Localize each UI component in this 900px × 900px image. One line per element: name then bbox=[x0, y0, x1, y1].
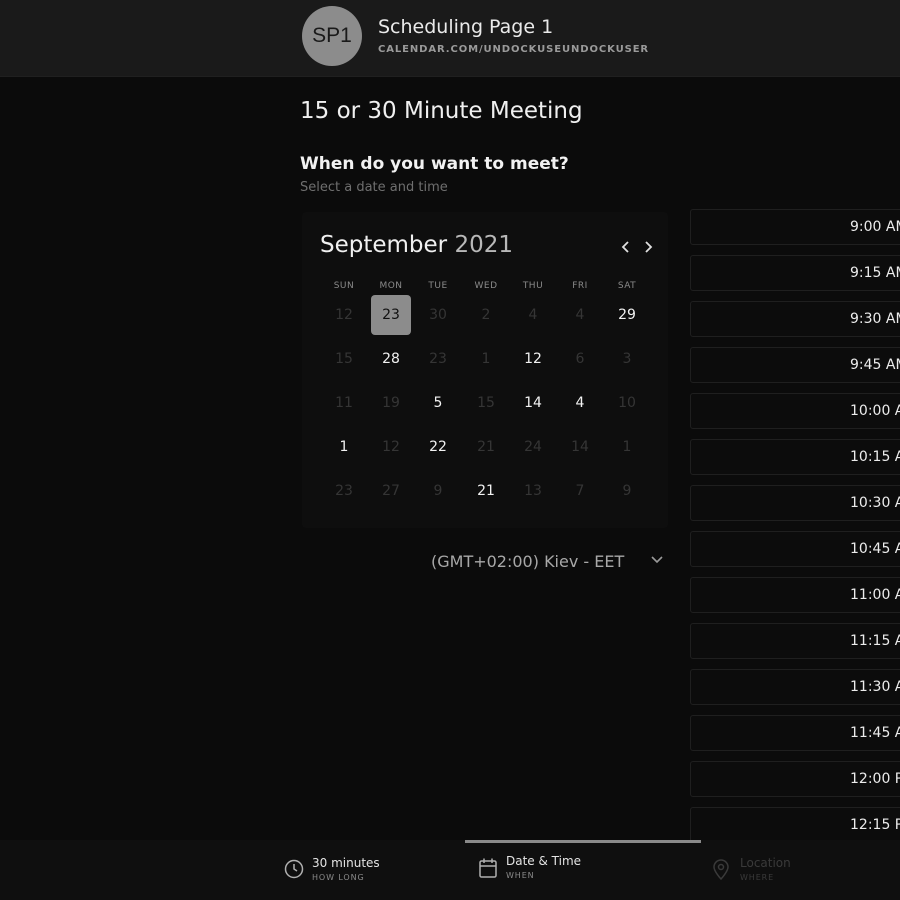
calendar-day: 9 bbox=[433, 483, 443, 499]
weekday-label: SUN bbox=[333, 281, 355, 291]
weekday-label: TUE bbox=[428, 281, 448, 291]
calendar-day[interactable]: 12 bbox=[513, 339, 553, 379]
calendar-day: 4 bbox=[575, 307, 585, 323]
chevron-left-icon bbox=[621, 241, 629, 253]
time-slot-label: 11:45 AM bbox=[850, 725, 900, 741]
time-slot-label: 9:30 AM bbox=[850, 311, 900, 327]
calendar-day: 13 bbox=[524, 483, 542, 499]
time-slot-label: 10:00 AM bbox=[850, 403, 900, 419]
calendar-day: 6 bbox=[575, 351, 585, 367]
time-slot-button[interactable]: 9:45 AM bbox=[690, 347, 900, 383]
calendar-day: 11 bbox=[335, 395, 353, 411]
calendar-day: 4 bbox=[528, 307, 538, 323]
step-date-time-sublabel: WHEN bbox=[506, 871, 535, 880]
time-slot-label: 11:30 AM bbox=[850, 679, 900, 695]
calendar-day: 2 bbox=[481, 307, 491, 323]
calendar-day[interactable]: 28 bbox=[371, 339, 411, 379]
weekday-label: SAT bbox=[617, 281, 637, 291]
time-slot-button[interactable]: 9:00 AM bbox=[690, 209, 900, 245]
calendar-day: 15 bbox=[477, 395, 495, 411]
time-slot-label: 10:30 AM bbox=[850, 495, 900, 511]
page-header: SP1 Scheduling Page 1 CALENDAR.COM/UNDOC… bbox=[0, 0, 900, 77]
calendar-day: 9 bbox=[622, 483, 632, 499]
calendar-day: 1 bbox=[481, 351, 491, 367]
timezone-select[interactable]: (GMT+02:00) Kiev - EET bbox=[430, 549, 670, 575]
step-location-label: Location bbox=[740, 856, 791, 870]
calendar-year: 2021 bbox=[454, 232, 513, 258]
weekday-label: FRI bbox=[572, 281, 588, 291]
calendar-day: 15 bbox=[335, 351, 353, 367]
calendar-day-selected[interactable]: 23 bbox=[371, 295, 411, 335]
next-month-button[interactable] bbox=[638, 236, 658, 258]
chevron-down-icon bbox=[651, 556, 663, 564]
time-slot-button[interactable]: 10:30 AM bbox=[690, 485, 900, 521]
footer-step-bar bbox=[0, 840, 900, 900]
calendar-day: 21 bbox=[477, 439, 495, 455]
time-slot-button[interactable]: 12:15 PM bbox=[690, 807, 900, 843]
time-slot-button[interactable]: 10:45 AM bbox=[690, 531, 900, 567]
calendar-day[interactable]: 1 bbox=[324, 427, 364, 467]
time-slot-button[interactable]: 11:15 AM bbox=[690, 623, 900, 659]
time-slot-label: 10:45 AM bbox=[850, 541, 900, 557]
calendar-day: 12 bbox=[382, 439, 400, 455]
clock-icon bbox=[284, 859, 304, 879]
calendar-day[interactable]: 22 bbox=[418, 427, 458, 467]
calendar-day[interactable]: 21 bbox=[466, 471, 506, 511]
scheduling-page-name: Scheduling Page 1 bbox=[378, 16, 554, 38]
time-slot-label: 12:00 PM bbox=[850, 771, 900, 787]
calendar-day[interactable]: 4 bbox=[560, 383, 600, 423]
step-duration-label: 30 minutes bbox=[312, 856, 380, 870]
when-subheading: Select a date and time bbox=[300, 180, 448, 195]
time-slot-button[interactable]: 9:15 AM bbox=[690, 255, 900, 291]
step-date-time-label: Date & Time bbox=[506, 854, 582, 868]
time-slot-button[interactable]: 10:00 AM bbox=[690, 393, 900, 429]
when-heading: When do you want to meet? bbox=[300, 154, 569, 174]
calendar-icon bbox=[479, 858, 497, 878]
calendar-day: 23 bbox=[335, 483, 353, 499]
calendar-day: 23 bbox=[429, 351, 447, 367]
chevron-right-icon bbox=[645, 241, 653, 253]
calendar-month: September bbox=[320, 232, 448, 258]
calendar-day: 14 bbox=[571, 439, 589, 455]
time-slot-button[interactable]: 11:45 AM bbox=[690, 715, 900, 751]
time-slot-button[interactable]: 12:00 PM bbox=[690, 761, 900, 797]
calendar-day: 30 bbox=[429, 307, 447, 323]
meeting-title: 15 or 30 Minute Meeting bbox=[300, 98, 583, 124]
location-pin-icon bbox=[713, 859, 729, 881]
calendar-day: 1 bbox=[622, 439, 632, 455]
active-step-indicator bbox=[465, 840, 701, 843]
weekday-label: WED bbox=[474, 281, 498, 291]
time-slot-label: 12:15 PM bbox=[850, 817, 900, 833]
time-slot-label: 9:00 AM bbox=[850, 219, 900, 235]
calendar-day: 7 bbox=[575, 483, 585, 499]
step-location-sublabel: WHERE bbox=[740, 873, 775, 882]
time-slot-label: 11:00 AM bbox=[850, 587, 900, 603]
calendar-day: 27 bbox=[382, 483, 400, 499]
calendar-day: 10 bbox=[618, 395, 636, 411]
time-slot-label: 9:15 AM bbox=[850, 265, 900, 281]
time-slot-button[interactable]: 9:30 AM bbox=[690, 301, 900, 337]
calendar-day[interactable]: 5 bbox=[418, 383, 458, 423]
calendar-day: 12 bbox=[335, 307, 353, 323]
previous-month-button[interactable] bbox=[616, 236, 636, 258]
avatar: SP1 bbox=[302, 6, 362, 66]
time-slot-label: 11:15 AM bbox=[850, 633, 900, 649]
time-slot-button[interactable]: 10:15 AM bbox=[690, 439, 900, 475]
time-slot-button[interactable]: 11:00 AM bbox=[690, 577, 900, 613]
calendar-month-year: September 2021 bbox=[320, 232, 513, 258]
time-slot-label: 10:15 AM bbox=[850, 449, 900, 465]
calendar-day: 3 bbox=[622, 351, 632, 367]
calendar-day[interactable]: 29 bbox=[607, 295, 647, 335]
time-slot-button[interactable]: 11:30 AM bbox=[690, 669, 900, 705]
calendar-day[interactable]: 14 bbox=[513, 383, 553, 423]
time-slot-label: 9:45 AM bbox=[850, 357, 900, 373]
step-duration-sublabel: HOW LONG bbox=[312, 873, 365, 882]
calendar-day: 24 bbox=[524, 439, 542, 455]
timezone-label: (GMT+02:00) Kiev - EET bbox=[431, 552, 625, 571]
weekday-label: THU bbox=[522, 281, 544, 291]
weekday-label: MON bbox=[379, 281, 403, 291]
scheduling-page-url: CALENDAR.COM/UNDOCKUSEUNDOCKUSER bbox=[378, 44, 650, 55]
calendar-day: 19 bbox=[382, 395, 400, 411]
